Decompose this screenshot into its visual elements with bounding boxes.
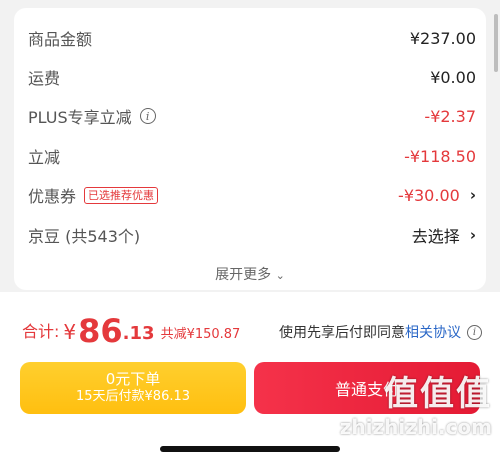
chevron-right-icon[interactable]: › (470, 226, 476, 244)
goods-amount-value: ¥237.00 (409, 28, 476, 48)
coupon-recommended-badge: 已选推荐优惠 (84, 186, 159, 204)
watermark-logo: 值值值 (384, 374, 492, 414)
order-summary-card: 商品金额 ¥237.00 运费 ¥0.00 PLUS专享立减 i -¥2.37 … (14, 8, 486, 290)
shipping-label: 运费 (28, 69, 61, 88)
plus-discount-value: -¥2.37 (424, 106, 476, 126)
total-amount-decimal: .13 (122, 323, 155, 344)
watermark-domain: zhizhizhi.com (339, 415, 492, 439)
row-coupon[interactable]: 优惠券 已选推荐优惠 -¥30.00 › (28, 183, 476, 207)
total-saved: 共减¥150.87 (160, 327, 241, 342)
row-instant-discount: 立减 -¥118.50 (28, 144, 476, 168)
instant-discount-value: -¥118.50 (404, 146, 476, 166)
shipping-value: ¥0.00 (430, 67, 476, 87)
expand-more-label: 展开更多 (215, 267, 272, 283)
chevron-right-icon[interactable]: › (470, 186, 476, 204)
total-line: 合计: ¥ 86 .13 共减¥150.87 使用先享后付即同意 相关协议 i (22, 308, 482, 348)
plus-discount-label: PLUS专享立减 (28, 108, 132, 127)
jingdou-label: 京豆 (共543个) (28, 227, 141, 246)
info-icon[interactable]: i (467, 324, 482, 340)
watermark: 值值值 zhizhizhi.com (338, 374, 498, 466)
instant-discount-label: 立减 (28, 148, 61, 167)
chevron-down-icon: ⌄ (275, 269, 285, 282)
total-amount-integer: 86 (78, 312, 123, 350)
agreement-text: 使用先享后付即同意 相关协议 i (279, 322, 482, 342)
coupon-label: 优惠券 (28, 187, 77, 206)
goods-amount-label: 商品金额 (28, 30, 93, 49)
home-indicator[interactable] (160, 446, 340, 452)
row-plus-discount: PLUS专享立减 i -¥2.37 (28, 104, 476, 128)
info-icon[interactable]: i (139, 108, 156, 124)
agreement-link[interactable]: 相关协议 (405, 322, 461, 342)
pay-later-subtitle: 15天后付款¥86.13 (75, 389, 191, 404)
agreement-prefix: 使用先享后付即同意 (279, 325, 405, 341)
pay-later-button[interactable]: 0元下单 15天后付款¥86.13 (20, 362, 246, 414)
currency-symbol: ¥ (63, 320, 77, 344)
coupon-value: -¥30.00 (398, 185, 460, 205)
pay-later-title: 0元下单 (105, 370, 161, 388)
row-goods-amount: 商品金额 ¥237.00 (28, 26, 476, 50)
total-label: 合计: (22, 322, 60, 341)
scrollbar[interactable] (494, 14, 498, 72)
jingdou-select[interactable]: 去选择 (412, 223, 460, 247)
row-jingdou[interactable]: 京豆 (共543个) 去选择 › (28, 223, 476, 247)
expand-more-button[interactable]: 展开更多 ⌄ (14, 264, 486, 284)
row-shipping: 运费 ¥0.00 (28, 65, 476, 89)
